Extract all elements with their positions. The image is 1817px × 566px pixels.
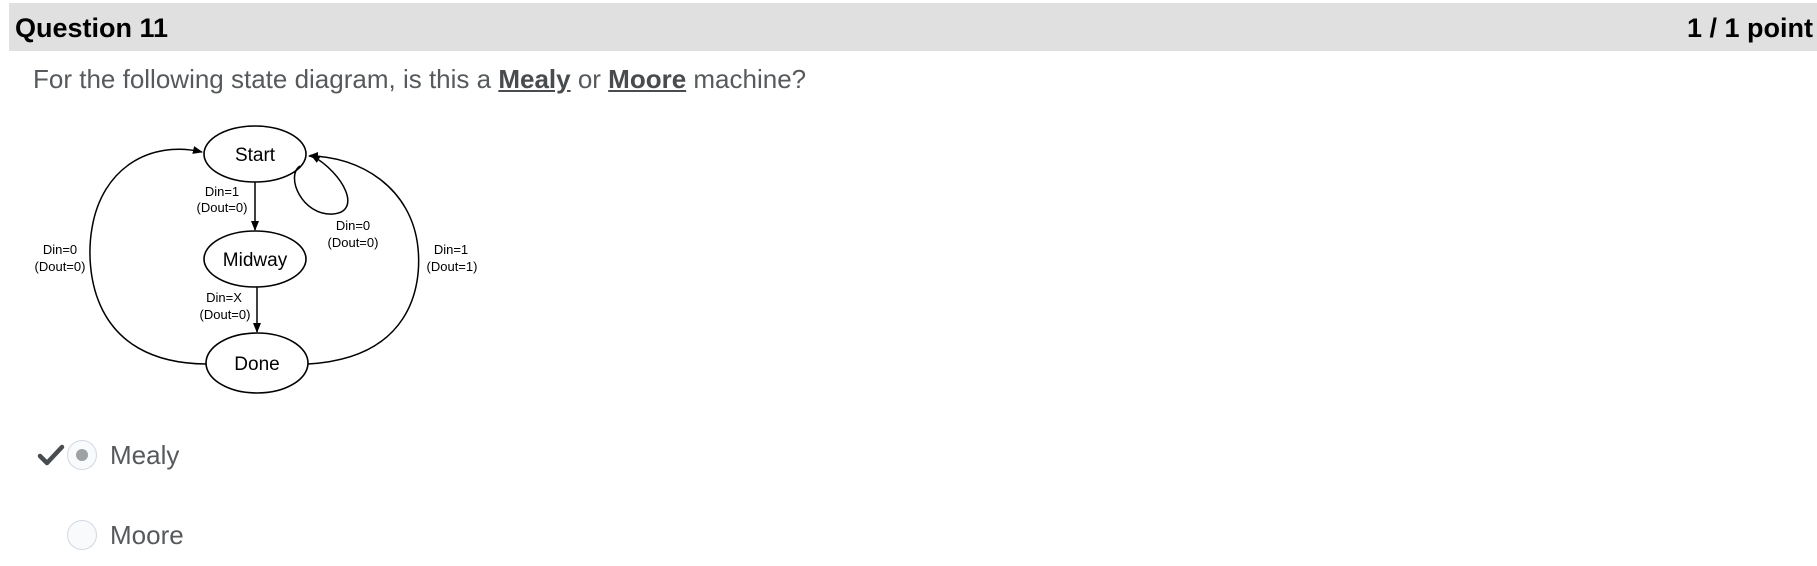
keyword-mealy: Mealy [498, 64, 571, 94]
state-done: Done [205, 332, 309, 394]
radio-selected-dot [76, 449, 88, 461]
option-label: Moore [110, 520, 184, 550]
state-start-label: Start [235, 145, 276, 166]
state-midway: Midway [203, 230, 307, 288]
state-done-label: Done [234, 354, 279, 375]
question-header: Question 11 1 / 1 point [9, 3, 1817, 51]
state-diagram: Start Midway Done Din=1 (Dout=0) Din=0 (… [35, 125, 478, 394]
prompt-text-or: or [570, 64, 609, 94]
transition-midway-done-din: Din=X [206, 290, 242, 305]
transition-done-start-left-dout: (Dout=0) [35, 259, 86, 274]
transition-midway-done-dout: (Dout=0) [200, 307, 251, 322]
question-points: 1 / 1 point [1686, 13, 1813, 43]
state-midway-label: Midway [223, 250, 288, 271]
option-moore[interactable]: Moore [0, 516, 260, 556]
transition-done-start-left: Din=0 (Dout=0) [35, 146, 207, 365]
transition-start-self-dout: (Dout=0) [328, 235, 379, 250]
transition-midway-done: Din=X (Dout=0) [200, 287, 261, 333]
transition-start-midway: Din=1 (Dout=0) [197, 182, 259, 231]
transition-start-midway-dout: (Dout=0) [197, 200, 248, 215]
keyword-moore: Moore [608, 64, 687, 94]
transition-done-start-right-dout: (Dout=1) [427, 259, 478, 274]
transition-start-self-din: Din=0 [336, 218, 370, 233]
radio-mealy[interactable] [67, 440, 97, 470]
prompt-text-after: machine? [686, 64, 807, 94]
prompt-text-before: For the following state diagram, is this… [33, 64, 499, 94]
question-title: Question 11 [15, 13, 169, 43]
transition-done-start-right-din: Din=1 [434, 242, 468, 257]
transition-done-start-left-din: Din=0 [43, 242, 77, 257]
transition-start-midway-din: Din=1 [205, 184, 239, 199]
checkmark-icon [37, 444, 65, 466]
transition-done-start-right: Din=1 (Dout=1) [307, 152, 478, 365]
option-mealy[interactable]: Mealy [0, 436, 260, 476]
option-label: Mealy [110, 440, 180, 470]
state-start: Start [203, 125, 307, 183]
radio-moore[interactable] [67, 520, 97, 550]
question-prompt: For the following state diagram, is this… [33, 64, 806, 95]
